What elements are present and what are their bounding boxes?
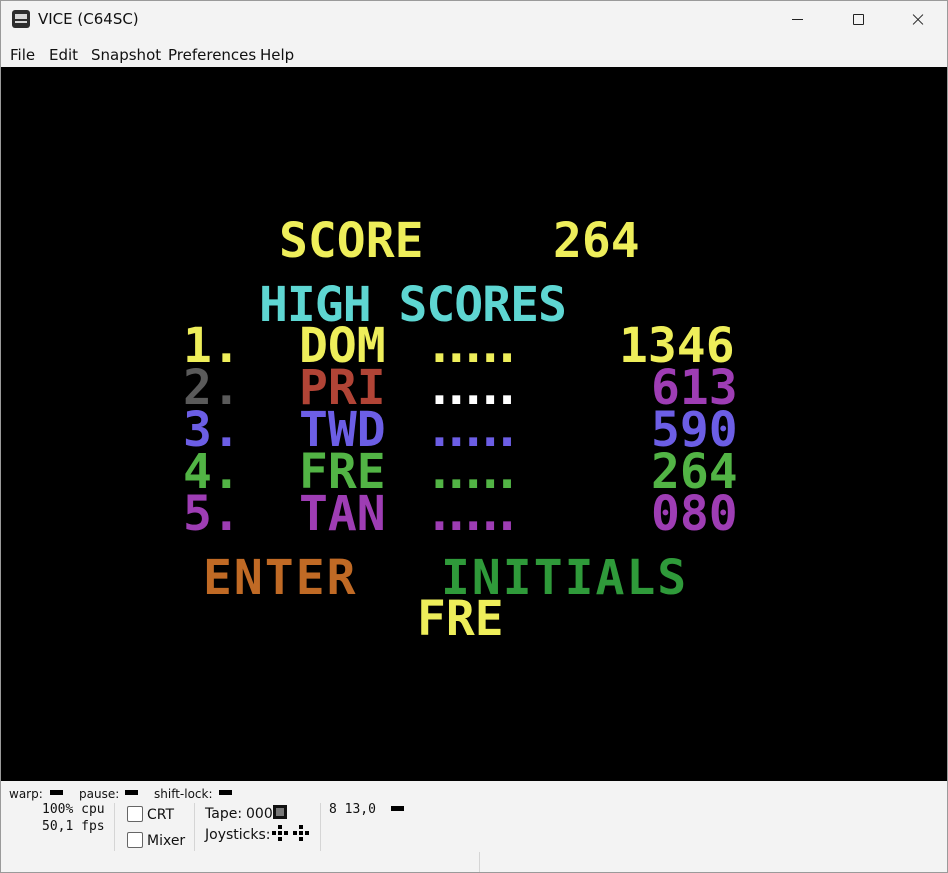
window-title: VICE (C64SC) <box>38 10 139 28</box>
mixer-checkbox[interactable] <box>127 832 143 848</box>
warp-led[interactable] <box>50 790 63 795</box>
title-bar[interactable]: VICE (C64SC) <box>1 1 947 39</box>
joysticks-label: Joysticks: <box>205 827 271 843</box>
vice-app-icon <box>12 10 30 28</box>
crt-label: CRT <box>147 807 175 823</box>
rank-5: 5. <box>183 486 241 542</box>
close-icon[interactable] <box>887 1 947 39</box>
name-5: TAN <box>299 486 386 542</box>
menu-help[interactable]: Help <box>260 46 294 64</box>
initials-entry: FRE <box>417 591 504 647</box>
fps-readout: 50,1 fps <box>42 819 105 834</box>
tape-label: Tape: <box>205 806 243 822</box>
maximize-icon[interactable] <box>827 1 887 39</box>
status-separator <box>320 803 321 851</box>
vice-window: VICE (C64SC) File Edit Snapshot Preferen… <box>0 0 948 873</box>
shiftlock-led[interactable] <box>219 790 232 795</box>
score-5: 080 <box>651 486 738 542</box>
shiftlock-label: shift-lock: <box>154 787 213 801</box>
menu-bar: File Edit Snapshot Preferences Help <box>1 39 947 67</box>
prompt-enter: ENTER <box>203 550 358 606</box>
pause-led[interactable] <box>125 790 138 795</box>
score-label: SCORE <box>279 213 424 269</box>
menu-preferences[interactable]: Preferences <box>168 46 256 64</box>
menu-file[interactable]: File <box>10 46 35 64</box>
status-separator <box>194 803 195 851</box>
dots-5: ..... <box>425 486 521 542</box>
crt-checkbox[interactable] <box>127 806 143 822</box>
status-bar: warp: pause: shift-lock: 100% cpu 50,1 f… <box>1 781 947 872</box>
menu-edit[interactable]: Edit <box>49 46 78 64</box>
tape-control-icon[interactable] <box>273 805 287 819</box>
warp-label: warp: <box>9 787 43 801</box>
emulator-screen[interactable]: SCORE 264 HIGH SCORES 1. DOM ..... 1346 … <box>1 67 947 781</box>
drive-status: 8 13,0 <box>329 802 376 817</box>
status-separator <box>114 803 115 851</box>
cpu-readout: 100% cpu <box>42 802 105 817</box>
status-separator <box>479 852 480 872</box>
menu-snapshot[interactable]: Snapshot <box>91 46 161 64</box>
pause-label: pause: <box>79 787 120 801</box>
score-value: 264 <box>553 213 640 269</box>
mixer-label: Mixer <box>147 833 186 849</box>
drive-led <box>391 806 404 811</box>
joystick-indicators-icon[interactable] <box>272 825 312 841</box>
minimize-icon[interactable] <box>767 1 827 39</box>
tape-counter: 000 <box>246 806 273 822</box>
